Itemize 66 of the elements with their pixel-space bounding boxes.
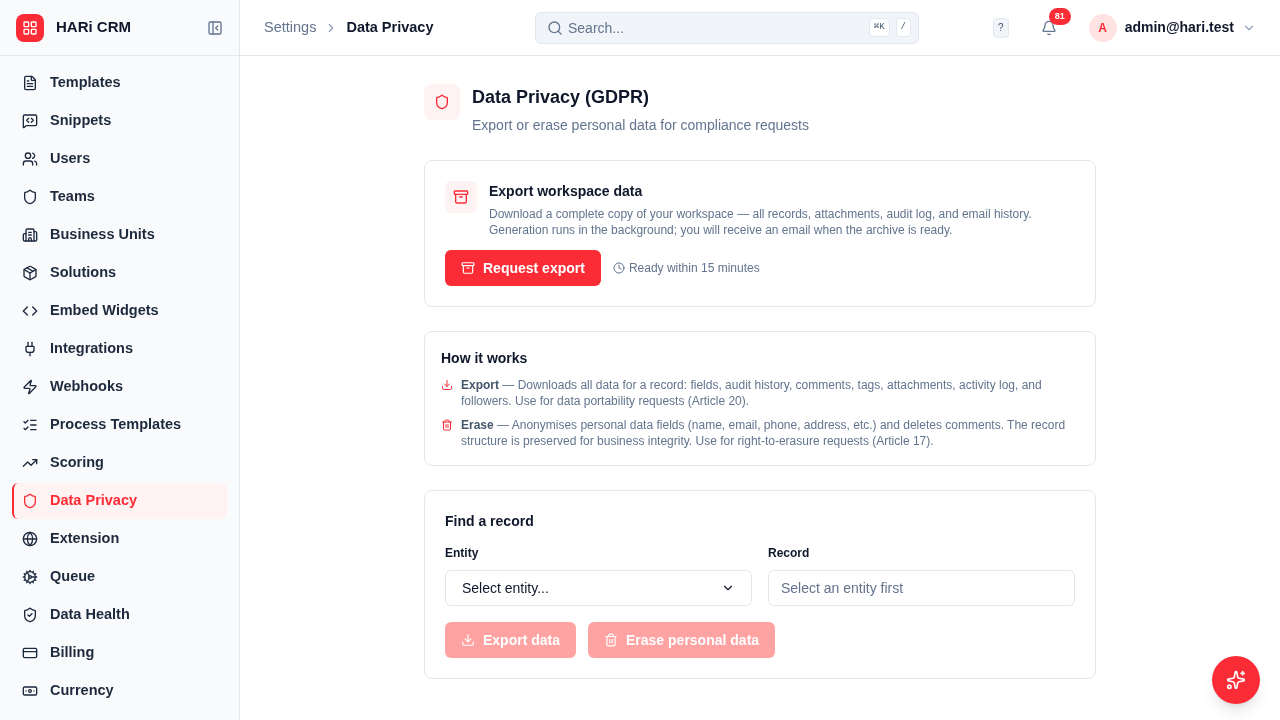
user-email[interactable]: admin@hari.test [1124,17,1234,38]
plug-icon [22,341,38,357]
help-button[interactable]: ? [992,17,1009,38]
app-logo-icon [16,13,44,42]
sparkles-icon [1226,670,1246,690]
info-text: Export — Downloads all data for a record: fields, audit history, comments, tags, attachments, activity log, and followers. Use for data portability requests (Article 20). [461,377,1043,409]
lightning-icon [22,379,38,395]
notifications-icon[interactable] [1040,19,1057,36]
sidebar-item[interactable]: Embed Widgets [12,293,227,329]
sidebar-item[interactable]: Solutions [12,255,227,291]
sidebar-item[interactable]: Snippets [12,103,227,139]
record-field[interactable]: Select an entity first [768,570,1075,606]
shield-icon [424,84,460,120]
code-message-icon [22,113,38,129]
export-note: Ready within 15 minutes [628,260,760,277]
archive-icon [461,261,475,275]
checklist-icon [22,417,38,433]
package-icon [22,265,38,281]
request-export-button[interactable]: Request export [445,250,601,286]
sidebar-item[interactable]: Scoring [12,445,227,481]
download-icon [461,633,475,647]
search-icon [547,19,563,36]
sidebar-item[interactable]: Extension [12,521,227,557]
sidebar-item[interactable]: Integrations [12,331,227,367]
cog-icon [22,569,38,585]
sidebar-item[interactable]: Billing [12,635,227,671]
code-icon [22,303,38,319]
page-title: Data Privacy (GDPR) [472,86,651,109]
sidebar-item[interactable]: Users [12,141,227,177]
shield-icon [22,189,38,205]
card-icon [22,645,38,661]
collapse-sidebar-icon[interactable] [207,19,223,36]
card-description: Download a complete copy of your workspace — all records, attachments, audit log, and email history. Generation runs in the background; you will receive an email when the archive is ready. [489,206,1033,238]
trash-icon [604,633,618,647]
assistant-button[interactable] [1212,656,1260,704]
sidebar-item[interactable]: Process Templates [12,407,227,443]
building-icon [22,227,38,243]
archive-icon [445,181,477,213]
sidebar-item[interactable]: Business Units [12,217,227,253]
document-icon [22,75,38,91]
breadcrumb-item: Data Privacy [346,17,434,37]
sidebar-item[interactable]: Templates [12,65,227,101]
info-text: Erase — Anonymises personal data fields (name, email, phone, address, etc.) and deletes comments. The record structure is preserved for business integrity. Use for right-to-erasure requests (Article 17). [461,417,1067,449]
card-title: How it works [441,349,529,368]
card-title: Find a record [445,512,535,531]
shield-check-icon [22,607,38,623]
field-label: Entity [445,545,480,562]
clock-icon [612,262,625,274]
app-name: HARi CRM [56,17,132,38]
field-label: Record [768,545,811,562]
globe-icon [22,531,38,547]
entity-select[interactable]: Select entity... [445,570,752,606]
sidebar-item[interactable]: Teams [12,179,227,215]
download-icon [441,379,453,391]
notification-count: 81 [1048,7,1071,25]
banknote-icon [22,683,38,699]
trash-icon [441,419,453,431]
page-subtitle: Export or erase personal data for compliance requests [472,116,809,135]
card-title: Export workspace data [489,182,644,201]
sidebar-item[interactable]: Queue [12,559,227,595]
users-icon [22,151,38,167]
sidebar-item[interactable]: Data Health [12,597,227,633]
shield-icon [22,493,38,509]
breadcrumb-item[interactable]: Settings [264,16,317,39]
sidebar-item[interactable]: Webhooks [12,369,227,405]
sidebar-item[interactable]: Currency [12,673,227,709]
